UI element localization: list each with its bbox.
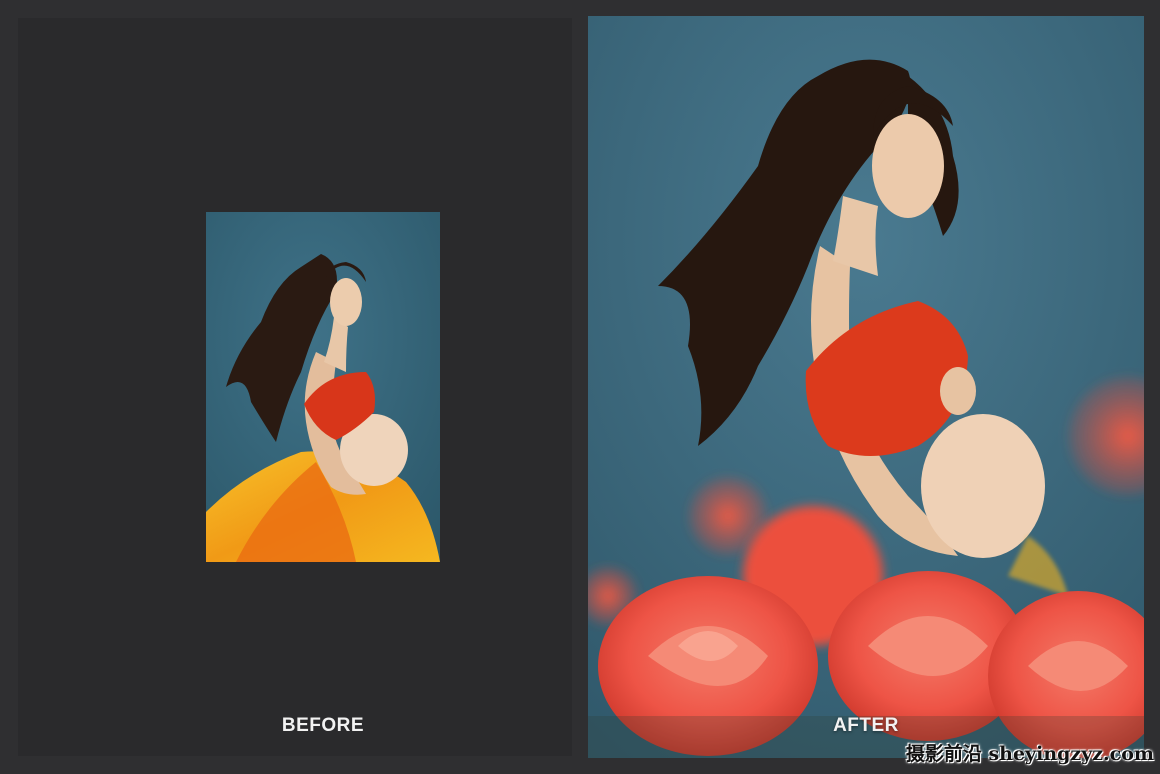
belly: [921, 414, 1045, 558]
before-photo-illustration: [206, 212, 440, 562]
comparison-canvas: BEFORE AFTER 摄影前沿 sheyingzyz.com: [0, 0, 1160, 774]
after-label: AFTER: [833, 715, 899, 736]
after-panel: [588, 16, 1144, 758]
before-photo: [206, 212, 440, 562]
watermark: 摄影前沿 sheyingzyz.com: [905, 743, 1154, 765]
after-photo-illustration: [588, 16, 1144, 758]
face: [330, 278, 362, 326]
face: [872, 114, 944, 218]
before-label: BEFORE: [281, 715, 365, 736]
